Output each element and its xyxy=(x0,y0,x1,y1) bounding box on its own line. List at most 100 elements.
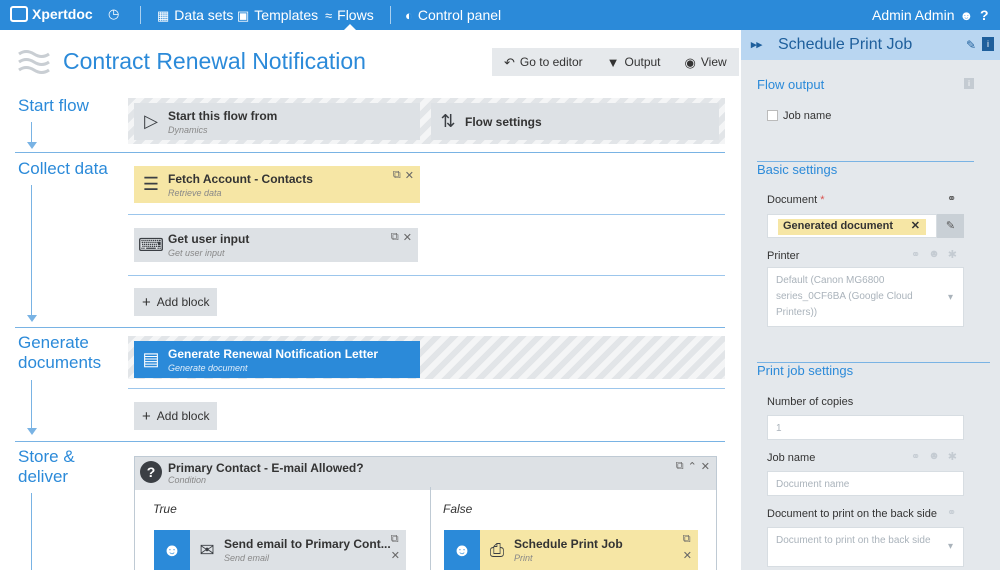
nav-item-control-panel[interactable]: ◐ Control panel xyxy=(405,7,501,23)
copy-icon[interactable]: ⧉ xyxy=(391,231,399,244)
link-icon[interactable]: ⚭ xyxy=(947,506,956,519)
edit-document-button[interactable]: ✎ xyxy=(937,214,964,238)
link-icon[interactable]: ⚭ xyxy=(911,248,920,261)
section-divider xyxy=(15,152,725,153)
info-icon[interactable]: i xyxy=(982,37,994,51)
panel-header: ▸▸ Schedule Print Job ✎ i xyxy=(741,30,1000,60)
job-name-input[interactable]: Document name xyxy=(767,471,964,496)
block-divider xyxy=(128,214,725,215)
nav-divider xyxy=(140,6,141,24)
brand-name: Xpertdoc xyxy=(32,6,93,22)
generate-letter-block[interactable]: ▤ Generate Renewal Notification Letter G… xyxy=(134,341,420,378)
copy-icon[interactable]: ⧉ xyxy=(391,533,400,546)
send-email-block[interactable]: ✉ Send email to Primary Cont... Send ema… xyxy=(190,530,406,570)
block-subtitle: Get user input xyxy=(168,248,225,258)
document-label: Document * xyxy=(767,194,824,206)
button-label: Go to editor xyxy=(519,55,583,69)
copy-icon[interactable]: ⧉ xyxy=(393,169,401,182)
branch-divider xyxy=(430,487,431,570)
info-icon[interactable]: i xyxy=(964,78,974,89)
sliders-icon: ⇅ xyxy=(440,111,456,131)
printer-select[interactable]: Default (Canon MG6800 series_0CF6BA (Goo… xyxy=(767,267,964,327)
section-store-deliver: Store & deliver xyxy=(18,447,75,486)
top-nav-bar: Xpertdoc ◷ ▦ Data sets ▣ Templates ≈ Flo… xyxy=(0,0,1000,30)
get-user-input-block[interactable]: ⌨ Get user input Get user input ⧉ ✕ xyxy=(134,228,418,262)
back-side-label: Document to print on the back side xyxy=(767,508,937,520)
block-title: Primary Contact - E-mail Allowed? xyxy=(168,461,364,475)
document-field[interactable]: Generated document ✕ xyxy=(767,214,937,238)
link-icon[interactable]: ⚭ xyxy=(947,192,956,205)
help-icon[interactable]: ? xyxy=(980,7,989,23)
keyboard-icon: ⌨ xyxy=(138,234,164,255)
copy-icon[interactable]: ⧉ xyxy=(676,460,684,473)
start-from-block[interactable]: ▷ Start this flow from Dynamics xyxy=(134,103,420,140)
add-block-button[interactable]: + Add block xyxy=(134,288,218,316)
pencil-icon[interactable]: ✎ xyxy=(966,38,976,52)
button-label: View xyxy=(700,55,727,69)
nav-item-label: Data sets xyxy=(174,7,234,23)
chip-label: Generated document xyxy=(783,220,894,232)
nav-item-templates[interactable]: ▣ Templates xyxy=(237,7,318,23)
output-button[interactable]: ▼ Output xyxy=(595,48,673,76)
nav-item-flows[interactable]: ≈ Flows xyxy=(325,7,374,23)
block-title: Start this flow from xyxy=(168,108,278,123)
document-chip: Generated document ✕ xyxy=(778,219,926,235)
flow-settings-block[interactable]: ⇅ Flow settings xyxy=(431,103,719,140)
collapse-icon[interactable]: ⌃ xyxy=(688,460,697,473)
block-title: Fetch Account - Contacts xyxy=(168,171,313,186)
block-subtitle: Retrieve data xyxy=(168,187,222,198)
condition-header[interactable]: ? Primary Contact - E-mail Allowed? Cond… xyxy=(135,457,716,490)
link-icon[interactable]: ⚭ xyxy=(911,450,920,463)
input-placeholder: Document name xyxy=(776,479,850,490)
job-name-checkbox[interactable] xyxy=(767,110,778,121)
close-icon[interactable]: ✕ xyxy=(391,549,400,562)
datasets-icon: ▦ xyxy=(157,7,170,23)
back-side-select[interactable]: Document to print on the back side ▾ xyxy=(767,527,964,567)
block-title: Schedule Print Job xyxy=(514,537,623,551)
close-icon[interactable]: ✕ xyxy=(405,169,414,182)
user-name: Admin Admin xyxy=(872,7,955,23)
close-icon[interactable]: ✕ xyxy=(701,460,710,473)
eye-icon: ◉ xyxy=(684,54,696,70)
job-name-label: Job name xyxy=(767,452,816,464)
close-icon[interactable]: ✕ xyxy=(683,549,692,562)
plus-icon: + xyxy=(142,293,151,311)
printer-icon: ⎙ xyxy=(489,539,505,560)
expand-panel-icon[interactable]: ▸▸ xyxy=(751,38,762,51)
user-icon[interactable]: ☻ xyxy=(928,248,940,261)
schedule-print-job-block[interactable]: ⎙ Schedule Print Job Print ⧉ ✕ xyxy=(480,530,698,570)
history-icon[interactable]: ◷ xyxy=(108,7,119,20)
flow-connector xyxy=(31,380,32,428)
user-icon: ☻ xyxy=(959,7,974,23)
flow-arrow xyxy=(27,315,37,322)
block-subtitle: Condition xyxy=(168,475,207,485)
copies-input[interactable]: 1 xyxy=(767,415,964,440)
view-button[interactable]: ◉ View xyxy=(673,48,739,76)
button-label: Add block xyxy=(156,295,210,309)
remove-chip-icon[interactable]: ✕ xyxy=(911,219,920,232)
close-icon[interactable]: ✕ xyxy=(403,231,412,244)
copy-icon[interactable]: ⧉ xyxy=(683,533,692,546)
user-menu[interactable]: Admin Admin ☻ xyxy=(872,7,973,23)
section-divider xyxy=(15,441,725,442)
fetch-account-block[interactable]: ☰ Fetch Account - Contacts Retrieve data… xyxy=(134,166,420,203)
copies-label: Number of copies xyxy=(767,396,854,408)
button-label: Output xyxy=(624,55,661,69)
nav-item-data-sets[interactable]: ▦ Data sets xyxy=(157,7,233,23)
input-placeholder: 1 xyxy=(776,423,782,434)
asterisk-icon[interactable]: ✱ xyxy=(948,450,957,463)
add-block-button[interactable]: + Add block xyxy=(134,402,218,430)
block-title: Generate Renewal Notification Letter xyxy=(168,346,379,361)
database-icon: ☰ xyxy=(142,174,160,194)
block-title: Flow settings xyxy=(465,114,542,129)
user-icon[interactable]: ☻ xyxy=(928,450,940,463)
header-toolbar: ↶ Go to editor ▼ Output ◉ View xyxy=(492,48,739,76)
go-to-editor-button[interactable]: ↶ Go to editor xyxy=(492,48,595,76)
nav-item-label: Templates xyxy=(254,7,319,23)
brand-logo[interactable]: Xpertdoc xyxy=(10,6,93,22)
select-value: Document to print on the back side xyxy=(776,535,931,546)
block-divider xyxy=(128,275,725,276)
block-subtitle: Dynamics xyxy=(168,124,208,135)
printer-label: Printer xyxy=(767,250,800,262)
asterisk-icon[interactable]: ✱ xyxy=(948,248,957,261)
